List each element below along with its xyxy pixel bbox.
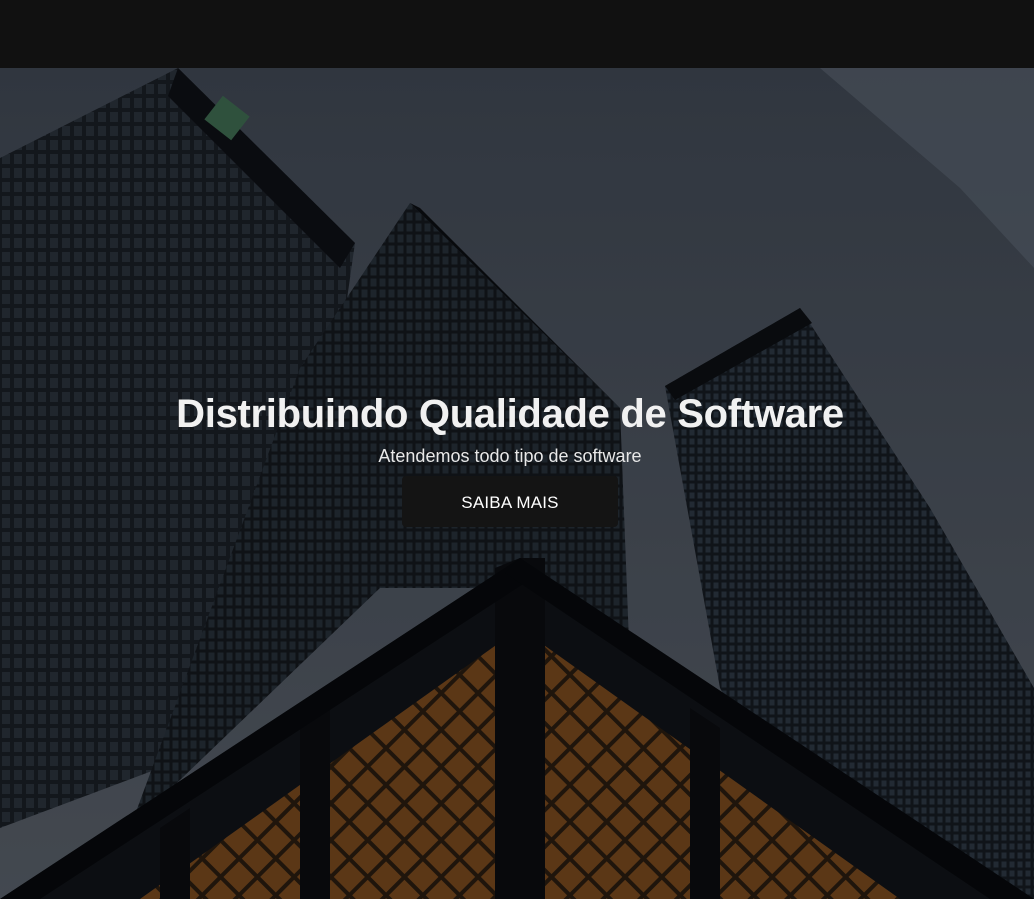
saiba-mais-button[interactable]: SAIBA MAIS <box>402 476 618 527</box>
hero-title: Distribuindo Qualidade de Software <box>176 392 844 436</box>
hero-section: Distribuindo Qualidade de Software Atend… <box>0 68 1034 899</box>
hero-subtitle: Atendemos todo tipo de software <box>378 446 642 466</box>
hero-content: Distribuindo Qualidade de Software Atend… <box>0 388 1034 527</box>
top-navbar <box>0 0 1034 68</box>
